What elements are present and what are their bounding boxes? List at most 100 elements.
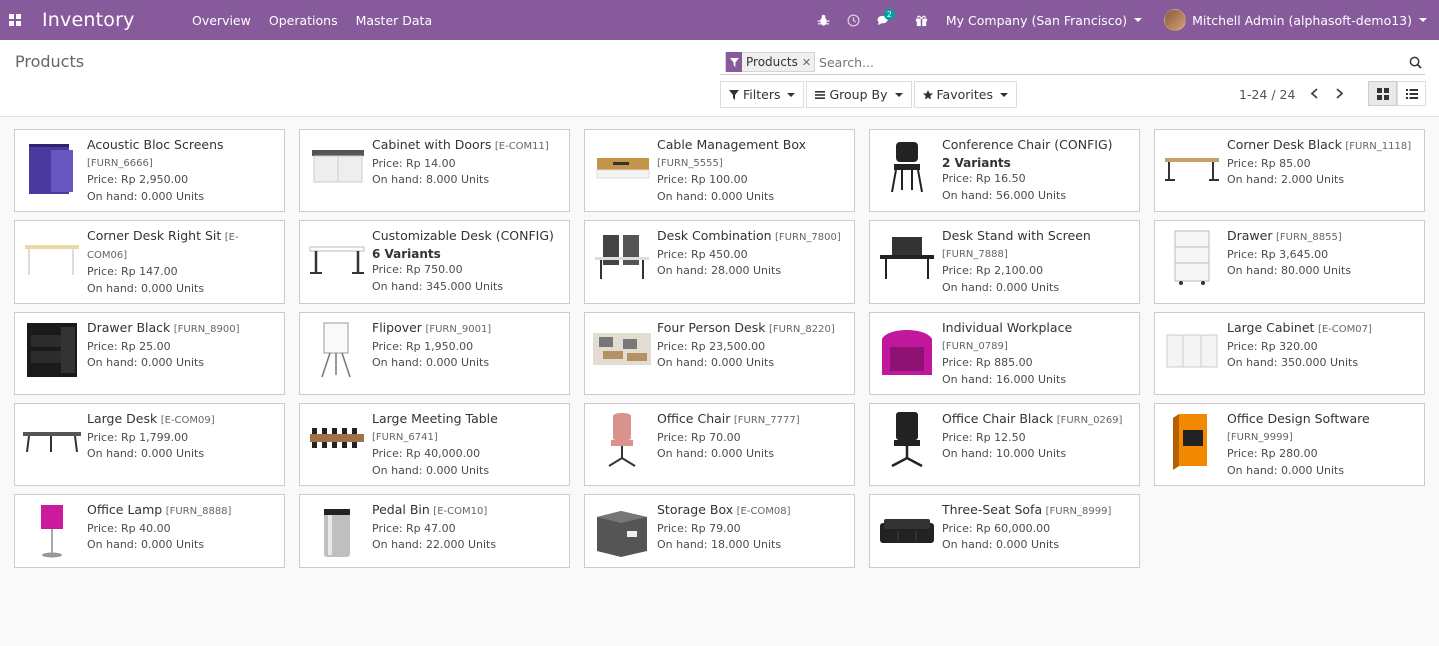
product-code: [E-COM11] bbox=[494, 141, 549, 152]
product-card[interactable]: Three-Seat Sofa [FURN_8999] Price: Rp 60,… bbox=[869, 494, 1140, 568]
groupby-label: Group By bbox=[829, 87, 888, 102]
product-price: Price: Rp 79.00 bbox=[657, 521, 741, 535]
clock-icon[interactable] bbox=[839, 0, 869, 40]
office-chair-image bbox=[593, 410, 651, 470]
product-card[interactable]: Office Chair [FURN_7777] Price: Rp 70.00 O… bbox=[584, 403, 855, 486]
product-name: Cabinet with Doors bbox=[372, 137, 492, 152]
product-name: Pedal Bin bbox=[372, 502, 430, 517]
product-name: Office Design Software bbox=[1227, 411, 1370, 426]
product-card[interactable]: Pedal Bin [E-COM10] Price: Rp 47.00 On han… bbox=[299, 494, 570, 568]
product-name: Corner Desk Right Sit bbox=[87, 228, 222, 243]
product-card[interactable]: Desk Combination [FURN_7800] Price: Rp 45… bbox=[584, 220, 855, 304]
pager-value[interactable]: 1-24 / 24 bbox=[1239, 87, 1295, 102]
grid-icon bbox=[1376, 87, 1389, 100]
product-card[interactable]: Desk Stand with Screen [FURN_7888] Price:… bbox=[869, 220, 1140, 304]
search-facet[interactable]: Products ✕ bbox=[725, 52, 816, 72]
company-name: My Company (San Francisco) bbox=[945, 12, 1128, 28]
gift-icon[interactable] bbox=[907, 0, 937, 40]
product-card[interactable]: Cable Management Box [FURN_5555] Price: R… bbox=[584, 129, 855, 212]
app-title[interactable]: Inventory bbox=[42, 9, 183, 31]
menu-master-data[interactable]: Master Data bbox=[347, 0, 442, 40]
drawer-image bbox=[1163, 227, 1221, 287]
product-card[interactable]: Drawer [FURN_8855] Price: Rp 3,645.00 On h… bbox=[1154, 220, 1425, 304]
search-input[interactable] bbox=[819, 54, 1405, 70]
product-card[interactable]: Corner Desk Right Sit [E-COM06] Price: Rp… bbox=[14, 220, 285, 304]
list-icon bbox=[1405, 88, 1418, 99]
product-card[interactable]: Acoustic Bloc Screens [FURN_6666] Price: … bbox=[14, 129, 285, 212]
product-card[interactable]: Flipover [FURN_9001] Price: Rp 1,950.00 On… bbox=[299, 312, 570, 395]
product-onhand: On hand: 18.000 Units bbox=[657, 538, 782, 551]
chat-icon[interactable]: 2 bbox=[869, 0, 899, 40]
product-card[interactable]: Large Desk [E-COM09] Price: Rp 1,799.00 On… bbox=[14, 403, 285, 486]
product-card[interactable]: Corner Desk Black [FURN_1118] Price: Rp 8… bbox=[1154, 129, 1425, 212]
product-code: [FURN_1118] bbox=[1345, 141, 1412, 152]
product-info: Cabinet with Doors [E-COM11] Price: Rp 14… bbox=[372, 136, 549, 205]
product-card[interactable]: Office Lamp [FURN_8888] Price: Rp 40.00 On… bbox=[14, 494, 285, 568]
product-onhand: On hand: 0.000 Units bbox=[372, 356, 490, 369]
product-onhand: On hand: 0.000 Units bbox=[942, 280, 1060, 294]
kanban-view-button[interactable] bbox=[1368, 81, 1397, 106]
flipover-image bbox=[308, 319, 366, 379]
filter-icon bbox=[729, 89, 739, 100]
product-card[interactable]: Large Cabinet [E-COM07] Price: Rp 320.00 O… bbox=[1154, 312, 1425, 395]
user-menu[interactable]: Mitchell Admin (alphasoft-demo13) bbox=[1164, 9, 1427, 31]
list-view-button[interactable] bbox=[1397, 81, 1426, 106]
product-info: Desk Combination [FURN_7800] Price: Rp 45… bbox=[657, 227, 841, 297]
product-price: Price: Rp 2,950.00 bbox=[87, 173, 189, 186]
desk-image bbox=[308, 227, 366, 287]
product-name: Four Person Desk bbox=[657, 320, 766, 335]
menu-operations[interactable]: Operations bbox=[260, 0, 347, 40]
product-price: Price: Rp 1,799.00 bbox=[87, 430, 189, 444]
search-bar: Products ✕ bbox=[720, 50, 1425, 75]
large-cabinet-image bbox=[1163, 319, 1221, 379]
search-icon[interactable] bbox=[1405, 56, 1425, 69]
office-chair-black-image bbox=[878, 410, 936, 470]
product-card[interactable]: Office Chair Black [FURN_0269] Price: Rp … bbox=[869, 403, 1140, 486]
product-price: Price: Rp 1,950.00 bbox=[372, 339, 474, 353]
navbar-systray: 2 My Company (San Francisco) Mitchell Ad… bbox=[809, 0, 1439, 40]
company-switcher[interactable]: My Company (San Francisco) bbox=[945, 12, 1143, 28]
product-title: Cabinet with Doors [E-COM11] bbox=[372, 137, 549, 156]
corner-desk-right-image bbox=[23, 227, 81, 287]
product-price: Price: Rp 40,000.00 bbox=[372, 447, 481, 460]
cable-box-image bbox=[593, 136, 651, 196]
product-info: Conference Chair (CONFIG) 2 Variants Price… bbox=[942, 136, 1113, 205]
product-name: Three-Seat Sofa bbox=[942, 502, 1043, 517]
chevron-left-icon[interactable] bbox=[1306, 85, 1322, 101]
product-card[interactable]: Drawer Black [FURN_8900] Price: Rp 25.00 O… bbox=[14, 312, 285, 395]
bug-icon[interactable] bbox=[809, 0, 839, 40]
product-title: Flipover [FURN_9001] bbox=[372, 320, 491, 339]
product-price: Price: Rp 23,500.00 bbox=[657, 339, 766, 353]
groupby-button[interactable]: Group By bbox=[806, 81, 912, 108]
filters-label: Filters bbox=[743, 87, 781, 102]
product-card[interactable]: Storage Box [E-COM08] Price: Rp 79.00 On h… bbox=[584, 494, 855, 568]
product-name: Conference Chair (CONFIG) bbox=[942, 137, 1113, 152]
product-onhand: On hand: 345.000 Units bbox=[372, 279, 504, 293]
menu-overview[interactable]: Overview bbox=[183, 0, 260, 40]
apps-menu-icon[interactable] bbox=[0, 0, 30, 40]
product-card[interactable]: Individual Workplace [FURN_0789] Price: R… bbox=[869, 312, 1140, 395]
product-code: [FURN_7888] bbox=[942, 248, 1008, 260]
view-switcher bbox=[1368, 81, 1426, 106]
user-name: Mitchell Admin (alphasoft-demo13) bbox=[1192, 12, 1412, 28]
product-card[interactable]: Conference Chair (CONFIG) 2 Variants Price… bbox=[869, 129, 1140, 212]
product-card[interactable]: Four Person Desk [FURN_8220] Price: Rp 23… bbox=[584, 312, 855, 395]
product-name: Drawer Black bbox=[87, 320, 171, 335]
product-title: Drawer Black [FURN_8900] bbox=[87, 320, 240, 339]
product-name: Desk Stand with Screen bbox=[942, 228, 1091, 243]
product-price: Price: Rp 750.00 bbox=[372, 263, 463, 276]
product-card[interactable]: Customizable Desk (CONFIG) 6 Variants Pric… bbox=[299, 220, 570, 304]
product-onhand: On hand: 0.000 Units bbox=[87, 447, 205, 460]
product-price: Price: Rp 14.00 bbox=[372, 156, 456, 170]
chevron-right-icon[interactable] bbox=[1331, 85, 1347, 101]
product-card[interactable]: Cabinet with Doors [E-COM11] Price: Rp 14… bbox=[299, 129, 570, 212]
product-card[interactable]: Large Meeting Table [FURN_6741] Price: Rp… bbox=[299, 403, 570, 486]
product-onhand: On hand: 0.000 Units bbox=[657, 356, 775, 369]
product-info: Large Meeting Table [FURN_6741] Price: Rp… bbox=[372, 410, 561, 479]
filters-button[interactable]: Filters bbox=[720, 81, 805, 108]
product-onhand: On hand: 28.000 Units bbox=[657, 264, 782, 277]
product-card[interactable]: Office Design Software [FURN_9999] Price:… bbox=[1154, 403, 1425, 486]
drawer-black-image bbox=[23, 319, 81, 379]
close-icon[interactable]: ✕ bbox=[802, 56, 814, 69]
favorites-button[interactable]: Favorites bbox=[913, 81, 1017, 108]
